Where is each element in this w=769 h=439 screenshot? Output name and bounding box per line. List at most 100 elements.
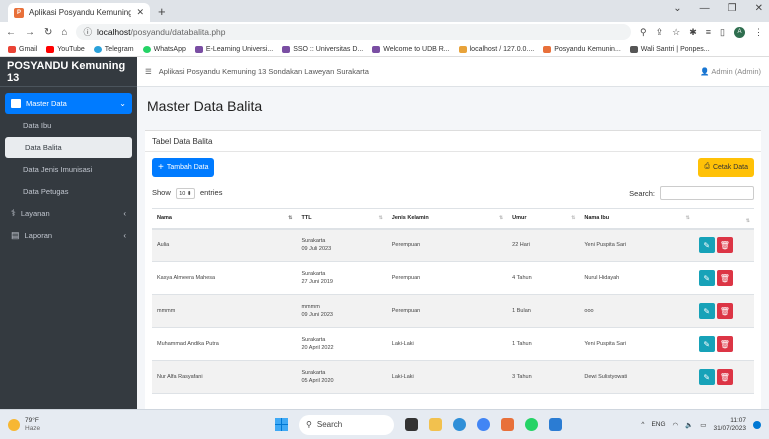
column-header-jenis-kelamin[interactable]: Jenis Kelamin ⇅	[386, 208, 508, 230]
cell-jenis-kelamin: Perempuan	[386, 261, 508, 295]
sidebar-item-data-ibu[interactable]: Data Ibu	[5, 115, 132, 136]
report-icon: ▤	[11, 230, 20, 240]
sidebar-item-layanan[interactable]: ⚕ Layanan ‹	[5, 203, 132, 224]
delete-button[interactable]: 🗑	[716, 336, 733, 352]
new-tab-icon[interactable]: +	[158, 4, 166, 19]
column-header-nama-ibu[interactable]: Nama Ibu ⇅	[579, 208, 694, 230]
search-input[interactable]	[660, 186, 754, 200]
zoom-icon[interactable]: ⚲	[640, 27, 647, 38]
sidebar-item-master-data[interactable]: Master Data ⌄	[5, 93, 132, 114]
profile-avatar[interactable]: A	[734, 26, 745, 38]
sort-icon: ⇅	[745, 218, 750, 225]
bookmark-posyandu[interactable]: Posyandu Kemunin...	[543, 45, 621, 53]
sidebar-item-data-petugas[interactable]: Data Petugas	[5, 181, 132, 202]
task-view-icon[interactable]	[405, 418, 418, 431]
weather-widget[interactable]: 79°F Haze	[8, 417, 40, 433]
bookmark-elearning[interactable]: E-Learning Universi...	[194, 45, 273, 53]
bookmark-sso[interactable]: SSO :: Universitas D...	[282, 45, 363, 53]
edit-button[interactable]: ✎	[698, 237, 715, 254]
database-icon	[11, 99, 21, 108]
edit-button[interactable]: ✎	[698, 369, 715, 385]
bookmark-gmail[interactable]: Gmail	[8, 45, 37, 53]
volume-icon[interactable]: 🔈	[685, 421, 693, 429]
sidebar-item-laporan[interactable]: ▤ Laporan ‹	[5, 225, 132, 246]
taskbar: 79°F Haze ⚲ Search ^ ENG ◠ 🔈 ▭ 11:07 31/07/…	[0, 409, 769, 439]
info-icon[interactable]: ⓘ	[83, 26, 92, 38]
word-icon[interactable]	[549, 418, 562, 431]
delete-button[interactable]: 🗑	[716, 237, 733, 254]
edit-button[interactable]: ✎	[698, 336, 715, 352]
reload-icon[interactable]: ↻	[44, 27, 52, 38]
bookmark-localhost[interactable]: localhost / 127.0.0....	[458, 45, 534, 53]
close-window-icon[interactable]: ✕	[755, 3, 763, 14]
reading-list-icon[interactable]: ≡	[706, 27, 711, 37]
windows-start-icon[interactable]	[275, 418, 288, 431]
table-controls: Show 10 ⬍ entries Search:	[145, 182, 761, 204]
sidebar-item-data-balita[interactable]: Data Balita	[5, 137, 132, 158]
bookmark-walisantri[interactable]: Wali Santri | Ponpes...	[629, 45, 710, 53]
edit-button[interactable]: ✎	[698, 303, 715, 319]
column-header-ttl[interactable]: TTL ⇅	[296, 208, 387, 230]
cell-nama-ibu: ooo	[579, 294, 694, 328]
column-header-nama[interactable]: Nama ⇅	[152, 208, 297, 230]
file-explorer-icon[interactable]	[429, 418, 442, 431]
maximize-icon[interactable]: ❐	[728, 3, 737, 14]
sort-icon: ⇅	[685, 215, 690, 222]
clock[interactable]: 11:07 31/07/2023	[713, 417, 746, 433]
forward-icon[interactable]: →	[25, 27, 35, 38]
edit-button[interactable]: ✎	[698, 270, 715, 286]
print-data-button[interactable]: ⎙ Cetak Data	[698, 157, 754, 177]
taskbar-search[interactable]: ⚲ Search	[299, 414, 394, 435]
extensions-icon[interactable]: ✱	[689, 27, 697, 38]
search-label: Search:	[629, 188, 655, 198]
chevron-up-icon[interactable]: ^	[641, 421, 644, 428]
trash-icon: 🗑	[719, 306, 730, 316]
wifi-icon[interactable]: ◠	[673, 421, 679, 429]
edge-icon[interactable]	[453, 418, 466, 431]
whatsapp-icon[interactable]	[525, 418, 538, 431]
cell-nama-ibu: Nurul Hidayah	[579, 261, 694, 295]
chrome-icon[interactable]	[477, 418, 490, 431]
cell-nama-ibu: Yeni Puspita Sari	[579, 327, 694, 361]
delete-button[interactable]: 🗑	[716, 270, 733, 286]
bookmark-youtube[interactable]: YouTube	[46, 45, 85, 53]
home-icon[interactable]: ⌂	[61, 27, 67, 38]
show-label: Show	[152, 187, 171, 197]
chevron-down-icon[interactable]: ⌄	[673, 3, 681, 14]
add-data-button[interactable]: + Tambah Data	[152, 157, 215, 177]
user-menu[interactable]: 👤 Admin (Admin)	[700, 67, 761, 76]
topbar: ☰ Aplikasi Posyandu Kemuning 13 Sondakan…	[137, 57, 769, 87]
back-icon[interactable]: ←	[6, 27, 16, 38]
column-header-umur[interactable]: Umur ⇅	[507, 208, 580, 230]
cell-nama: Muhammad Andika Putra	[152, 327, 297, 361]
bookmark-telegram[interactable]: Telegram	[93, 45, 134, 53]
language-indicator[interactable]: ENG	[651, 421, 665, 428]
brand[interactable]: POSYANDU Kemuning 13	[0, 57, 137, 87]
battery-icon[interactable]: ▭	[700, 421, 706, 429]
entries-select[interactable]: 10 ⬍	[175, 187, 195, 199]
menu-icon[interactable]: ⋮	[754, 27, 763, 38]
sidebar-item-data-jenis-imunisasi[interactable]: Data Jenis Imunisasi	[5, 159, 132, 180]
menu-toggle-icon[interactable]: ☰	[145, 67, 152, 76]
url-bar[interactable]: ⓘ localhost/posyandu/databalita.php	[76, 24, 632, 40]
data-card: Tabel Data Balita + Tambah Data ⎙ Cetak Da…	[145, 130, 761, 409]
url-path: /posyandu/databalita.php	[130, 27, 226, 37]
cell-nama-ibu: Yeni Puspita Sari	[579, 228, 694, 262]
minimize-icon[interactable]: —	[700, 3, 710, 14]
sidepanel-icon[interactable]: ▯	[720, 27, 725, 38]
close-tab-icon[interactable]: ✕	[136, 7, 144, 18]
column-header-aksi[interactable]: ⇅	[693, 208, 754, 230]
delete-button[interactable]: 🗑	[716, 369, 733, 385]
star-icon[interactable]: ☆	[672, 27, 680, 38]
browser-tab[interactable]: P Aplikasi Posyandu Kemuning 13 ✕	[8, 3, 150, 22]
table-row: Kasya Almeera Mahesa Surakarta 27 Juni 20…	[152, 261, 754, 295]
posyandu-app-icon[interactable]	[501, 418, 514, 431]
delete-button[interactable]: 🗑	[716, 303, 733, 319]
edit-icon: ✎	[703, 339, 711, 349]
notification-icon[interactable]	[753, 420, 761, 429]
bookmark-welcome[interactable]: Welcome to UDB R...	[372, 45, 450, 53]
bookmark-whatsapp[interactable]: WhatsApp	[142, 45, 186, 53]
share-icon[interactable]: ⇪	[656, 27, 664, 38]
trash-icon: 🗑	[719, 339, 730, 349]
window-controls: ⌄ — ❐ ✕	[673, 3, 763, 14]
